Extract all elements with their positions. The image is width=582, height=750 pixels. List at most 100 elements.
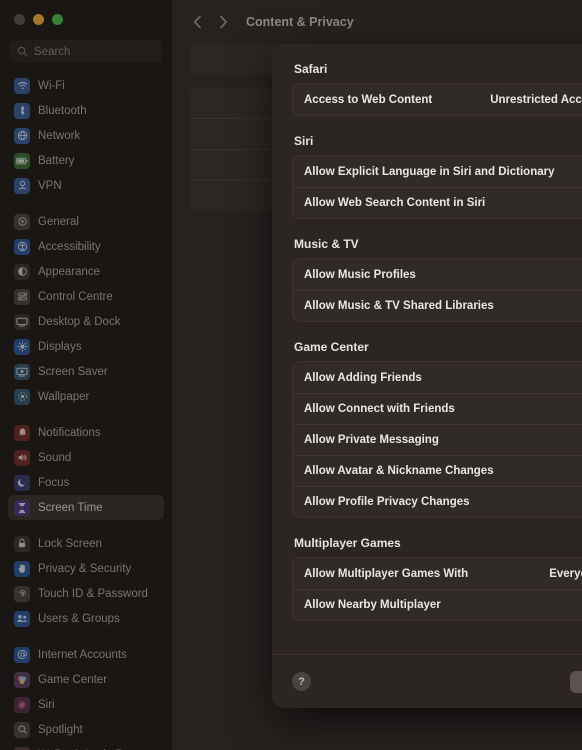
settings-card: Allow Multiplayer Games WithEveryone Allo… [292, 557, 582, 621]
toolbar: Content & Privacy [172, 0, 582, 44]
sidebar-item-users-groups[interactable]: Users & Groups [8, 606, 164, 631]
done-button[interactable]: Done [570, 670, 582, 693]
sidebar-item-vpn[interactable]: VPN [8, 173, 164, 198]
sheet-sections: Safari Access to Web Content Unrestricted … [272, 44, 582, 654]
battery-icon [14, 152, 30, 169]
lock-icon [14, 535, 30, 552]
sidebar-item-label: Siri [38, 698, 55, 711]
sidebar-item-lock-screen[interactable]: Lock Screen [8, 531, 164, 556]
sheet-section: Safari Access to Web Content Unrestricted … [292, 62, 582, 116]
section-title: Siri [294, 134, 314, 148]
sidebar-item-screen-saver[interactable]: Screen Saver [8, 359, 164, 384]
sidebar-nav: Wi-Fi Bluetooth Network Battery VPN General Ac… [0, 71, 172, 750]
sidebar-item-desktop-dock[interactable]: Desktop & Dock [8, 309, 164, 334]
sidebar-item-displays[interactable]: Displays [8, 334, 164, 359]
gear-icon [14, 213, 30, 230]
sidebar-item-battery[interactable]: Battery [8, 148, 164, 173]
main-pane: Content & Privacy ›››› ? SafariAccess to… [172, 0, 582, 750]
chevron-right-icon [219, 15, 227, 29]
sidebar-item-accessibility[interactable]: Accessibility [8, 234, 164, 259]
displays-icon [14, 338, 30, 355]
sidebar-item-focus[interactable]: Focus [8, 470, 164, 495]
sidebar-group-separator [8, 198, 164, 209]
game-center-icon [14, 671, 30, 688]
settings-row[interactable]: Access to Web Content Unrestricted Access [293, 84, 582, 115]
sidebar-item-bluetooth[interactable]: Bluetooth [8, 98, 164, 123]
popup-button[interactable]: Unrestricted Access [490, 91, 582, 108]
popup-value: Unrestricted Access [490, 93, 582, 106]
sidebar-item-network[interactable]: Network [8, 123, 164, 148]
speaker-icon [14, 449, 30, 466]
sidebar-item-general[interactable]: General [8, 209, 164, 234]
moon-icon [14, 474, 30, 491]
accessibility-icon [14, 238, 30, 255]
settings-row[interactable]: Allow Explicit Language in Siri and Dict… [293, 156, 582, 187]
settings-row-label: Allow Profile Privacy Changes [304, 496, 470, 508]
sidebar-item-wi-fi[interactable]: Wi-Fi [8, 73, 164, 98]
users-icon [14, 610, 30, 627]
sidebar-item-siri[interactable]: Siri [8, 692, 164, 717]
settings-row[interactable]: Allow Profile Privacy Changes [293, 486, 582, 517]
sidebar-item-notifications[interactable]: Notifications [8, 420, 164, 445]
at-sign-icon [14, 646, 30, 663]
settings-row-label: Allow Web Search Content in Siri [304, 197, 486, 209]
settings-card: Allow Explicit Language in Siri and Dict… [292, 155, 582, 219]
settings-row-label: Allow Connect with Friends [304, 403, 455, 415]
settings-row[interactable]: Allow Web Search Content in Siri [293, 187, 582, 218]
sidebar-item-sound[interactable]: Sound [8, 445, 164, 470]
hourglass-icon [14, 499, 30, 516]
settings-row[interactable]: Allow Adding Friends [293, 362, 582, 393]
section-title: Game Center [294, 340, 369, 354]
settings-row-label: Allow Music Profiles [304, 268, 416, 281]
bluetooth-icon [14, 102, 30, 119]
back-button[interactable] [186, 11, 208, 33]
screen-saver-icon [14, 363, 30, 380]
sidebar-item-privacy-security[interactable]: Privacy & Security [8, 556, 164, 581]
sheet-section: Game Center Allow Adding Friends Allow Con… [292, 340, 582, 518]
sidebar-item-label: Notifications [38, 426, 101, 439]
sidebar-item-label: Screen Time [38, 501, 103, 514]
sheet-footer: ? Done [272, 654, 582, 708]
settings-row[interactable]: Allow Nearby Multiplayer [293, 589, 582, 620]
sidebar-item-label: Wallpaper [38, 390, 90, 403]
desktop-dock-icon [14, 313, 30, 330]
sidebar-item-appearance[interactable]: Appearance [8, 259, 164, 284]
vpn-icon [14, 177, 30, 194]
sidebar-item-wallet-apple-pay[interactable]: Wallet & Apple Pay [8, 742, 164, 750]
sidebar: Search Wi-Fi Bluetooth Network Battery VPN Ge… [0, 0, 172, 750]
sidebar-item-game-center[interactable]: Game Center [8, 667, 164, 692]
sidebar-item-internet-accounts[interactable]: Internet Accounts [8, 642, 164, 667]
sidebar-item-wallpaper[interactable]: Wallpaper [8, 384, 164, 409]
popup-button[interactable]: Everyone [549, 565, 582, 582]
sheet-section: Siri Allow Explicit Language in Siri and … [292, 134, 582, 219]
wifi-icon [14, 77, 30, 94]
minimize-button[interactable] [33, 14, 44, 25]
traffic-lights [0, 0, 172, 34]
sidebar-item-spotlight[interactable]: Spotlight [8, 717, 164, 742]
settings-row[interactable]: Allow Multiplayer Games With Everyone [293, 558, 582, 589]
settings-row[interactable]: Allow Private Messaging [293, 424, 582, 455]
sidebar-item-control-centre[interactable]: Control Centre [8, 284, 164, 309]
close-button[interactable] [14, 14, 25, 25]
help-button[interactable]: ? [292, 672, 311, 691]
spotlight-icon [14, 721, 30, 738]
sidebar-item-label: Sound [38, 451, 72, 464]
search-input[interactable]: Search [10, 40, 162, 63]
sidebar-item-screen-time[interactable]: Screen Time [8, 495, 164, 520]
maximize-button[interactable] [52, 14, 63, 25]
settings-row[interactable]: Allow Connect with Friends [293, 393, 582, 424]
settings-row-label: Access to Web Content [304, 93, 433, 106]
sidebar-group-separator [8, 520, 164, 531]
sidebar-item-label: Desktop & Dock [38, 315, 121, 328]
sidebar-item-touch-id-password[interactable]: Touch ID & Password [8, 581, 164, 606]
sidebar-item-label: VPN [38, 179, 62, 192]
settings-row[interactable]: Allow Avatar & Nickname Changes [293, 455, 582, 486]
settings-row-label: Allow Nearby Multiplayer [304, 599, 441, 611]
settings-row[interactable]: Allow Music Profiles [293, 259, 582, 290]
chevron-left-icon [193, 15, 201, 29]
forward-button[interactable] [212, 11, 234, 33]
sidebar-item-label: Users & Groups [38, 612, 120, 625]
touch-id-icon [14, 585, 30, 602]
settings-card: Allow Music Profiles Allow Music & TV Sha… [292, 258, 582, 322]
settings-row[interactable]: Allow Music & TV Shared Libraries [293, 290, 582, 321]
